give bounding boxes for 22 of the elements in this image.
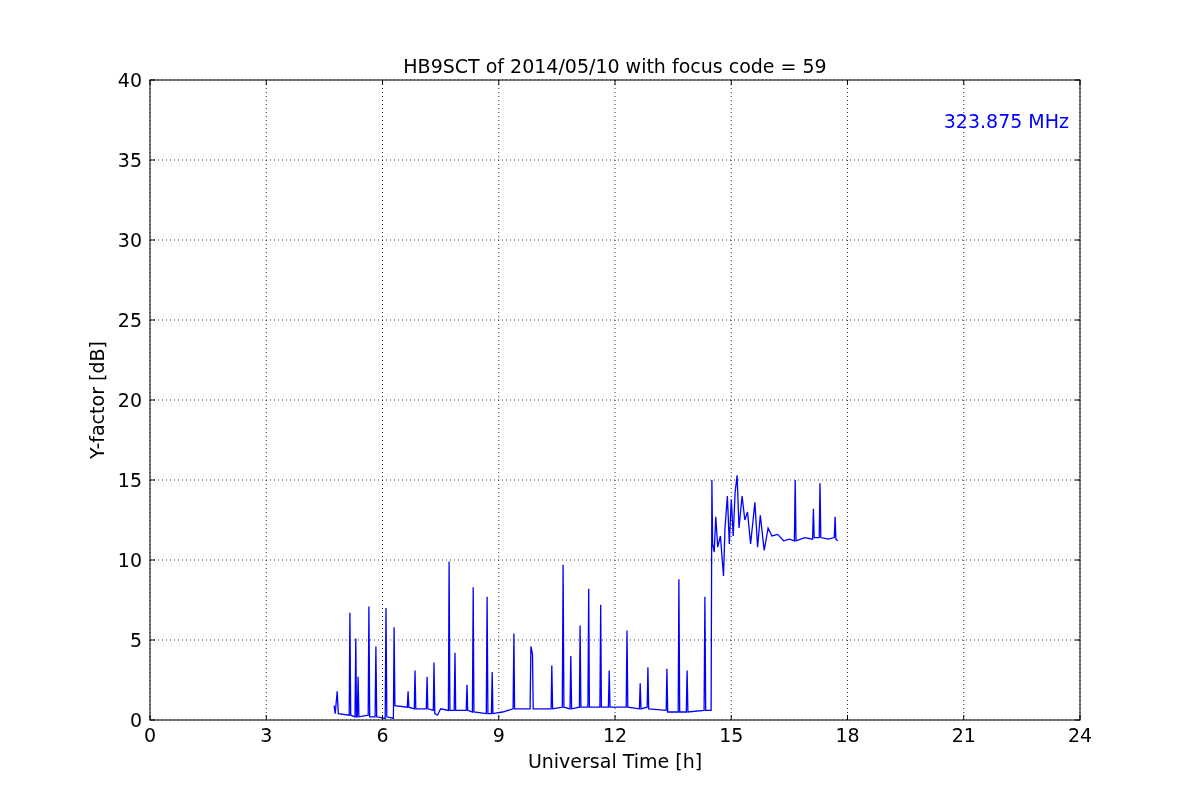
y-tick-label: 0 bbox=[129, 709, 142, 731]
x-tick-label: 3 bbox=[260, 724, 273, 746]
x-tick-label: 9 bbox=[492, 724, 505, 746]
x-tick-label: 24 bbox=[1067, 724, 1093, 746]
x-tick-label: 12 bbox=[602, 724, 628, 746]
y-axis-label: Y-factor [dB] bbox=[86, 341, 108, 459]
x-axis-label: Universal Time [h] bbox=[527, 750, 703, 772]
y-tick-label: 15 bbox=[117, 469, 142, 491]
y-tick-label: 10 bbox=[117, 549, 142, 571]
x-tick-label: 18 bbox=[835, 724, 860, 746]
x-tick-label: 6 bbox=[376, 724, 389, 746]
chart-title: HB9SCT of 2014/05/10 with focus code = 59 bbox=[403, 55, 827, 77]
y-tick-label: 40 bbox=[117, 69, 142, 91]
frequency-annotation: 323.875 MHz bbox=[943, 110, 1069, 132]
x-tick-label: 21 bbox=[951, 724, 976, 746]
y-tick-label: 20 bbox=[117, 389, 142, 411]
x-tick-label: 15 bbox=[719, 724, 744, 746]
y-tick-label: 5 bbox=[129, 629, 142, 651]
x-tick-label: 0 bbox=[143, 724, 157, 746]
y-tick-label: 30 bbox=[117, 229, 142, 251]
y-tick-label: 25 bbox=[117, 309, 142, 331]
y-tick-label: 35 bbox=[117, 149, 142, 171]
